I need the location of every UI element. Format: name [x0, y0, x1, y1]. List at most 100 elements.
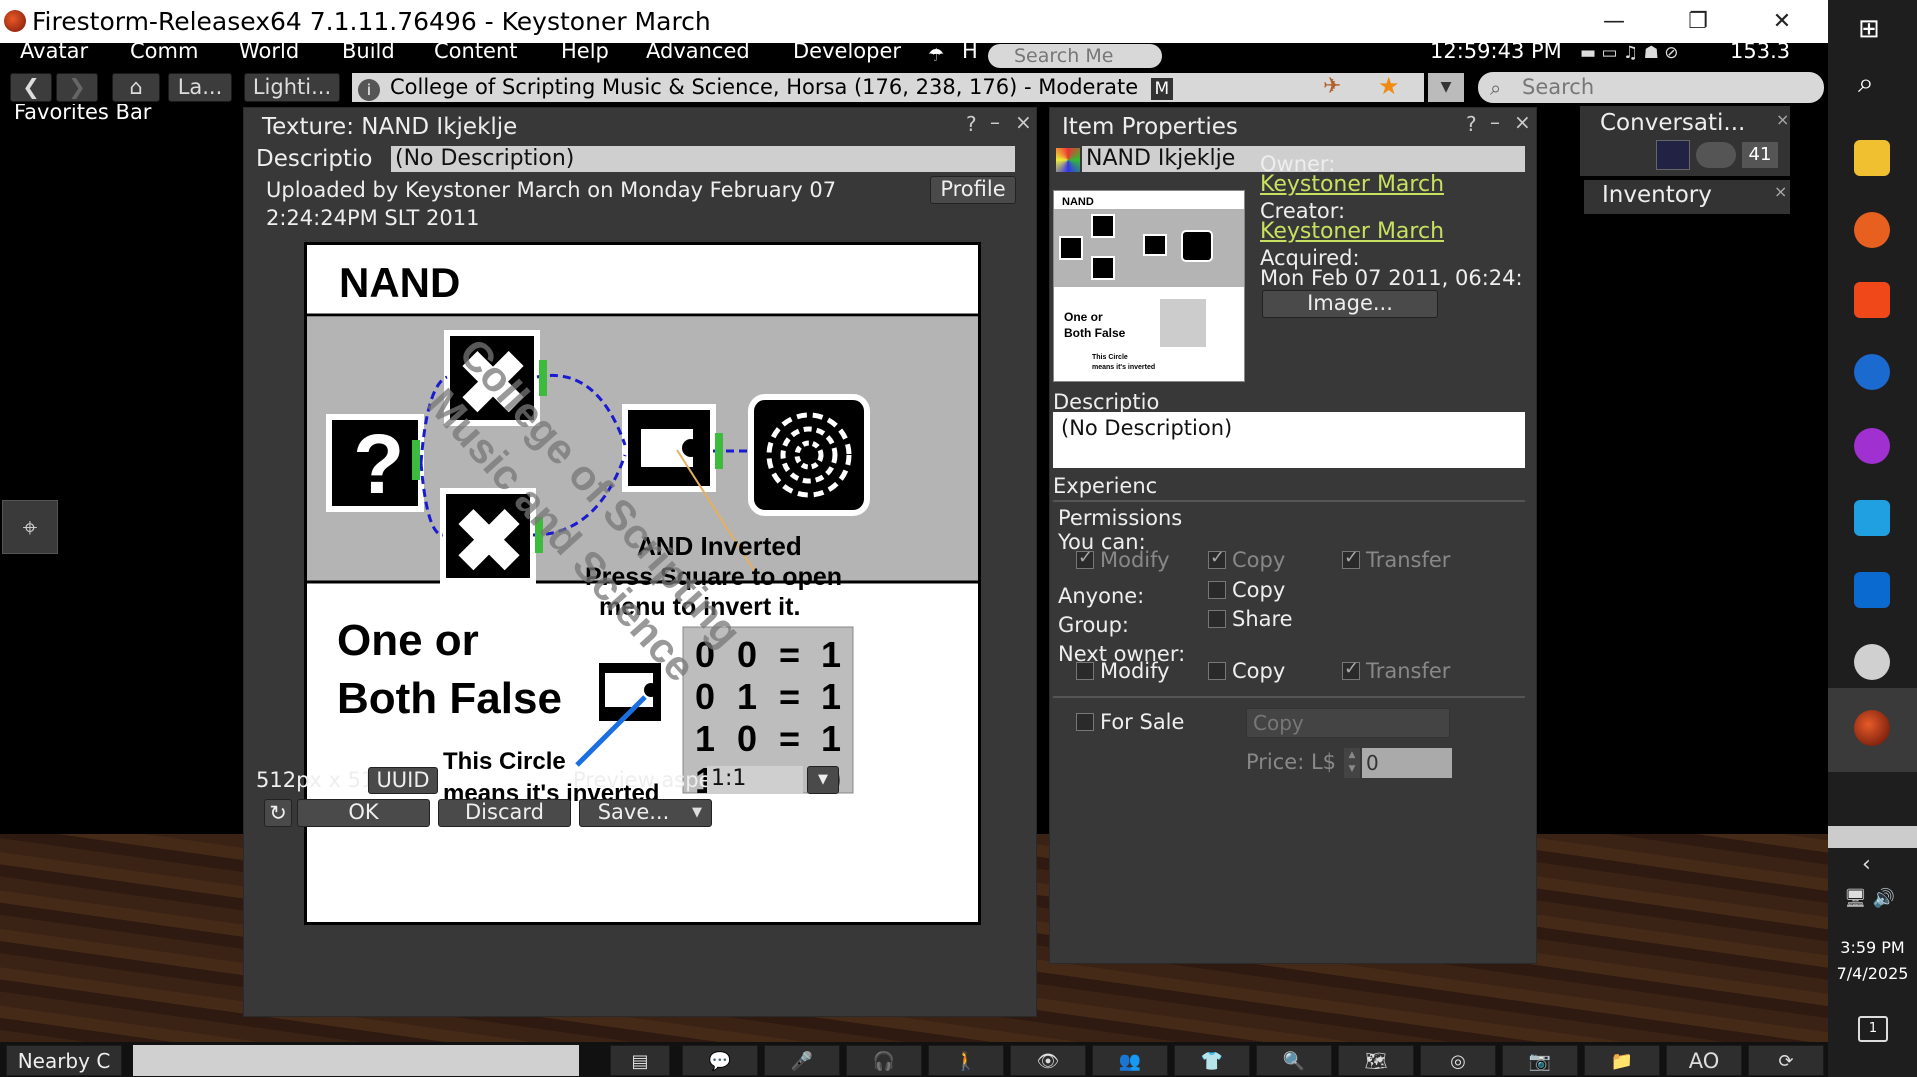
conversations-close-button[interactable]: ×	[1776, 110, 1789, 129]
firestorm-taskbar-item[interactable]	[1828, 688, 1917, 772]
group-share-checkbox[interactable]	[1208, 610, 1226, 628]
help-button[interactable]: ?	[966, 112, 977, 136]
nav-search-input[interactable]: Search	[1478, 72, 1824, 103]
menu-developer[interactable]: Developer	[793, 39, 901, 63]
back-button[interactable]: ❮	[10, 73, 52, 102]
menu-help[interactable]: Help	[561, 39, 609, 63]
move-icon[interactable]: 🚶	[928, 1045, 1004, 1076]
conversation-count[interactable]: 41	[1742, 142, 1778, 168]
inventory-close-button[interactable]: ×	[1774, 182, 1787, 201]
close-floater-button[interactable]: ×	[1015, 110, 1032, 134]
status-icons[interactable]: ▬ ▭ ♫ ☗ ⊘	[1580, 43, 1678, 63]
next-copy-checkbox[interactable]	[1208, 662, 1226, 680]
appearance-icon[interactable]: 👕	[1174, 1045, 1250, 1076]
item-description-input[interactable]: (No Description)	[1053, 412, 1525, 468]
info-icon[interactable]: i	[358, 79, 380, 101]
creator-link[interactable]: Keystoner March	[1260, 219, 1444, 244]
refresh-icon[interactable]: ↻	[264, 799, 292, 827]
map-icon[interactable]: 🗺	[1338, 1045, 1414, 1076]
thumb-this-circle: This Circle	[1092, 354, 1128, 361]
owner-link[interactable]: Keystoner March	[1260, 172, 1444, 197]
menu-search-input[interactable]: Search Me	[988, 44, 1162, 68]
profile-button[interactable]: Profile	[930, 176, 1016, 204]
firefox-dev-icon[interactable]	[1854, 354, 1890, 390]
chat-input[interactable]	[133, 1045, 579, 1076]
both-false-text: Both False	[337, 674, 562, 723]
headset-icon[interactable]: 🎧	[846, 1045, 922, 1076]
brave-icon[interactable]	[1854, 282, 1890, 318]
inventory-panel[interactable]: Inventory ×	[1584, 180, 1790, 214]
next-modify-checkbox[interactable]	[1076, 662, 1094, 680]
search-toolbar-icon[interactable]: 🔍	[1256, 1045, 1332, 1076]
item-minimize-button[interactable]: –	[1490, 110, 1500, 134]
vscode-icon[interactable]	[1854, 572, 1890, 608]
conversations-icon[interactable]: 💬	[682, 1045, 758, 1076]
taskbar-time[interactable]: 3:59 PM	[1828, 938, 1917, 957]
lighting-button[interactable]: Lighti...	[244, 73, 340, 102]
forward-button[interactable]: ❯	[56, 73, 98, 102]
menu-build[interactable]: Build	[342, 39, 395, 63]
menu-advanced[interactable]: Advanced	[646, 39, 750, 63]
landmarks-button[interactable]: La...	[168, 73, 232, 102]
nearby-chat-button[interactable]: Nearby C	[6, 1045, 122, 1076]
aspect-dropdown-button[interactable]: ▼	[807, 766, 839, 794]
menu-content[interactable]: Content	[434, 39, 518, 63]
save-dropdown-icon[interactable]: ▼	[692, 805, 702, 820]
voice-icon[interactable]: 🎤	[764, 1045, 840, 1076]
ok-button[interactable]: OK	[297, 799, 430, 827]
people-icon[interactable]: 👥	[1092, 1045, 1168, 1076]
snapshot-icon[interactable]: 📷	[1502, 1045, 1578, 1076]
sitting-icon[interactable]: ☂	[928, 45, 944, 66]
windows-start-icon[interactable]: ⊞	[1858, 14, 1880, 44]
image-button[interactable]: Image...	[1262, 290, 1438, 318]
menu-h[interactable]: H	[962, 39, 978, 63]
firefox-icon[interactable]	[1854, 212, 1890, 248]
conversation-avatar[interactable]	[1656, 140, 1690, 170]
view-icon[interactable]: 👁	[1010, 1045, 1086, 1076]
minimize-floater-button[interactable]: –	[990, 110, 1000, 134]
next-transfer-label: Transfer	[1366, 659, 1451, 683]
close-window-button[interactable]: ✕	[1740, 0, 1824, 43]
menu-avatar[interactable]: Avatar	[20, 39, 88, 63]
uuid-button[interactable]: UUID	[368, 767, 438, 794]
app-mask-icon[interactable]	[1854, 428, 1890, 464]
chat-bubble-icon[interactable]	[1696, 142, 1736, 168]
ao-button[interactable]: AO	[1666, 1045, 1742, 1076]
parcel-icons[interactable]: ✈	[1323, 74, 1341, 99]
network-volume-icons[interactable]: 🖥 🔊	[1844, 888, 1895, 909]
for-sale-checkbox[interactable]	[1076, 713, 1094, 731]
windsurf-icon[interactable]	[1854, 500, 1890, 536]
tt-2-2: =	[779, 718, 800, 759]
chat-history-icon[interactable]: ▤	[610, 1045, 670, 1076]
anyone-copy-checkbox[interactable]	[1208, 581, 1226, 599]
divider	[1053, 696, 1525, 698]
radar-icon[interactable]: ◎	[1420, 1045, 1496, 1076]
taskbar-date[interactable]: 7/4/2025	[1828, 964, 1917, 983]
file-explorer-icon[interactable]	[1854, 140, 1890, 176]
map-pin-button[interactable]: ⌖	[2, 500, 58, 554]
taskbar-scrollbar[interactable]	[1828, 826, 1917, 848]
notification-icon[interactable]: 1	[1858, 1016, 1888, 1042]
balance[interactable]: 153.3	[1730, 39, 1790, 63]
thumb-both-false: Both False	[1064, 326, 1126, 340]
home-button[interactable]: ⌂	[112, 73, 160, 102]
reload-icon[interactable]: ⟳	[1748, 1045, 1824, 1076]
description-input[interactable]: (No Description)	[391, 146, 1015, 172]
favorite-star-icon[interactable]: ★	[1378, 72, 1400, 100]
discard-button[interactable]: Discard	[438, 799, 571, 827]
item-close-button[interactable]: ×	[1514, 110, 1531, 134]
app-parachute-icon[interactable]	[1854, 644, 1890, 680]
texture-size: 512px x 51	[256, 768, 375, 792]
chevron-left-icon[interactable]: ‹	[1862, 852, 1871, 877]
location-bar[interactable]: College of Scripting Music & Science, Ho…	[352, 73, 1424, 102]
menu-world[interactable]: World	[239, 39, 299, 63]
taskbar-search-icon[interactable]: ⌕	[1858, 66, 1874, 100]
tt-0-1: 0	[737, 634, 757, 675]
minimize-button[interactable]: —	[1572, 0, 1656, 43]
item-help-button[interactable]: ?	[1466, 112, 1477, 136]
inventory-icon[interactable]: 📁	[1584, 1045, 1660, 1076]
restore-button[interactable]: ❐	[1656, 0, 1740, 43]
aspect-combo[interactable]: 1:1	[707, 766, 803, 794]
location-dropdown-button[interactable]: ▼	[1428, 73, 1464, 102]
menu-comm[interactable]: Comm	[130, 39, 198, 63]
